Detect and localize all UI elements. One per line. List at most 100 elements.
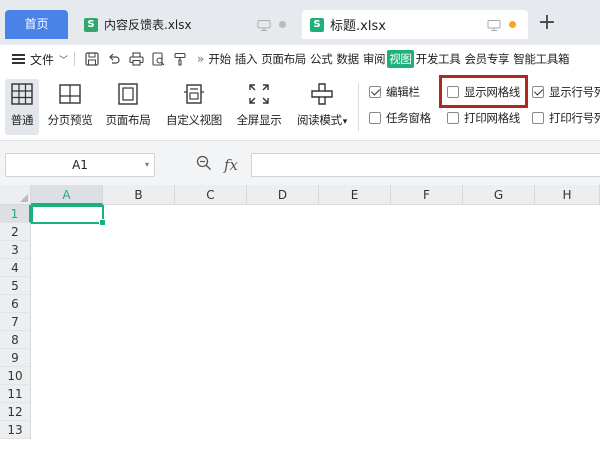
reading-mode-icon [309,81,335,107]
fullscreen-button[interactable]: 全屏显示 [232,79,286,135]
ribbon-tabs: 开始 插入 页面布局 公式 数据 审阅 视图 开发工具 会员专享 智能工具箱 [206,50,571,68]
column-header-e[interactable]: E [319,185,391,205]
print-gridlines-checkbox-label: 打印网格线 [464,111,520,125]
checkbox-checked-icon [369,86,381,98]
spreadsheet-file-icon: S [84,17,98,32]
reading-mode-label: 阅读模式▾ [296,113,348,127]
checkbox-unchecked-icon [369,112,381,124]
undo-icon[interactable] [106,51,122,67]
row-header-10[interactable]: 10 [0,367,31,385]
row-header-7[interactable]: 7 [0,313,31,331]
column-header-f[interactable]: F [391,185,463,205]
row-header-11[interactable]: 11 [0,385,31,403]
show-headings-checkbox[interactable]: 显示行号列 [532,84,600,100]
column-header-d[interactable]: D [247,185,319,205]
tab-formulas[interactable]: 公式 [308,51,334,67]
page-layout-icon [115,81,141,107]
print-icon[interactable] [128,51,144,67]
tab-bar: 首页 S 内容反馈表.xlsx S 标题.xlsx + [0,0,600,45]
page-layout-label: 页面布局 [105,113,151,127]
tab-home[interactable]: 开始 [206,51,232,67]
select-all-corner[interactable] [0,185,31,205]
file-menu-label: 文件 [30,52,55,67]
selected-cell[interactable] [31,205,106,226]
spreadsheet-file-icon: S [310,17,324,32]
fullscreen-label: 全屏显示 [236,113,282,127]
formula-bar-checkbox-label: 编辑栏 [386,85,420,99]
format-painter-icon[interactable] [172,51,188,67]
hamburger-icon [12,54,25,64]
column-header-a[interactable]: A [31,185,103,205]
tab-smart-tools[interactable]: 智能工具箱 [511,51,571,67]
task-pane-checkbox[interactable]: 任务窗格 [369,110,431,126]
row-header-8[interactable]: 8 [0,331,31,349]
fullscreen-icon [246,81,272,107]
tab-file-1[interactable]: S 内容反馈表.xlsx [76,10,298,39]
spreadsheet-grid[interactable]: A B C D E F G H 1 2 3 4 5 6 7 8 9 10 11 12 13 [0,185,600,450]
row-header-4[interactable]: 4 [0,259,31,277]
row-header-13[interactable]: 13 [0,421,31,439]
monitor-icon[interactable] [257,19,271,31]
row-header-9[interactable]: 9 [0,349,31,367]
show-headings-checkbox-label: 显示行号列 [549,85,600,99]
tab-file-2-name: 标题.xlsx [330,19,386,34]
reading-mode-button[interactable]: 阅读模式▾ [292,79,352,135]
column-header-b[interactable]: B [103,185,175,205]
task-pane-checkbox-label: 任务窗格 [386,111,431,125]
normal-view-button[interactable]: 普通 [5,79,39,135]
monitor-icon[interactable] [487,19,501,31]
formula-bar: A1 ▾ fx [0,141,600,185]
row-header-12[interactable]: 12 [0,403,31,421]
chevron-down-icon: ﹀ [59,55,69,66]
checkbox-checked-icon [532,86,544,98]
row-header-6[interactable]: 6 [0,295,31,313]
tab-data[interactable]: 数据 [334,51,360,67]
home-tab[interactable]: 首页 [5,10,68,39]
tab-member[interactable]: 会员专享 [462,51,511,67]
print-preview-icon[interactable] [150,51,166,67]
column-header-h[interactable]: H [535,185,600,205]
insert-function-icon[interactable]: fx [224,156,238,174]
row-header-5[interactable]: 5 [0,277,31,295]
divider [74,52,76,66]
tab-file-1-name: 内容反馈表.xlsx [104,18,192,32]
tab-page-layout[interactable]: 页面布局 [259,51,308,67]
tab-insert[interactable]: 插入 [233,51,259,67]
column-header-g[interactable]: G [463,185,535,205]
tab-file-2-active[interactable]: S 标题.xlsx [302,10,528,39]
name-box[interactable]: A1 ▾ [5,153,155,177]
custom-view-button[interactable]: 自定义视图 [162,79,226,135]
chevron-down-icon[interactable]: ▾ [145,154,149,176]
normal-view-label: 普通 [10,113,34,127]
print-headings-checkbox[interactable]: 打印行号列 [532,110,600,126]
file-menu-button[interactable]: 文件 ﹀ [12,51,68,68]
highlight-box [439,75,528,108]
page-break-preview-button[interactable]: 分页预览 [44,79,96,135]
row-header-2[interactable]: 2 [0,223,31,241]
formula-bar-checkbox[interactable]: 编辑栏 [369,84,420,100]
tab-review[interactable]: 审阅 [361,51,387,67]
column-header-c[interactable]: C [175,185,247,205]
dropdown-arrow-icon: ▾ [342,117,348,127]
row-header-1[interactable]: 1 [0,205,31,223]
divider [358,83,359,131]
saved-status-dot-icon [279,21,286,28]
page-layout-view-button[interactable]: 页面布局 [102,79,154,135]
formula-input[interactable] [251,153,600,177]
menu-bar: 文件 ﹀ » 开始 插入 页面布局 公式 数据 审阅 视图 开发工具 会员专享 … [0,45,600,73]
new-tab-button[interactable]: + [537,10,557,38]
row-header-3[interactable]: 3 [0,241,31,259]
zoom-search-icon[interactable] [196,155,212,174]
page-break-preview-icon [57,81,83,107]
tab-view[interactable]: 视图 [387,50,414,68]
tab-developer[interactable]: 开发工具 [414,51,463,67]
formula-tools: fx [196,155,238,174]
save-icon[interactable] [84,51,100,67]
checkbox-unchecked-icon [532,112,544,124]
print-gridlines-checkbox[interactable]: 打印网格线 [447,110,520,126]
custom-view-icon [181,81,207,107]
unsaved-status-dot-icon [509,21,516,28]
more-chevron-icon[interactable]: » [197,52,204,66]
page-break-preview-label: 分页预览 [47,113,93,127]
name-box-value: A1 [72,158,88,172]
